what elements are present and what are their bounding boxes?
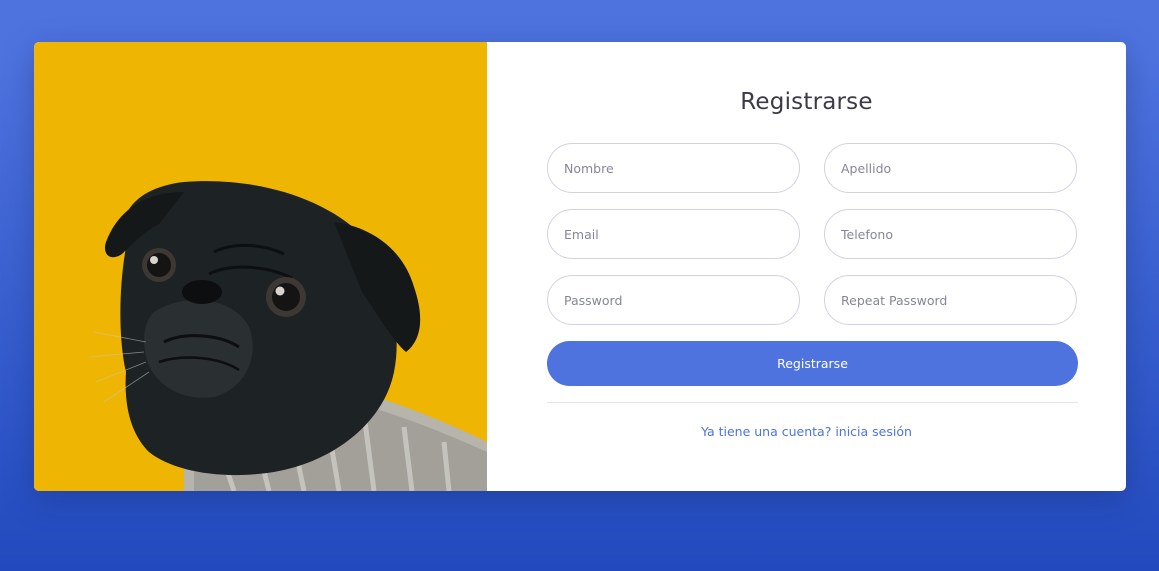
register-card: Registrarse Registrarse Ya tiene una cue… [34,42,1126,491]
login-link[interactable]: Ya tiene una cuenta? inicia sesión [487,424,1126,439]
repeat-password-input[interactable] [824,275,1077,325]
first-name-input[interactable] [547,143,800,193]
register-button[interactable]: Registrarse [547,341,1078,386]
pug-illustration [88,181,487,491]
divider [547,402,1078,403]
pug-photo [34,42,487,491]
phone-input[interactable] [824,209,1077,259]
last-name-input[interactable] [824,143,1077,193]
password-input[interactable] [547,275,800,325]
email-input[interactable] [547,209,800,259]
page-title: Registrarse [740,89,873,115]
registration-form: Registrarse Registrarse Ya tiene una cue… [487,42,1126,491]
